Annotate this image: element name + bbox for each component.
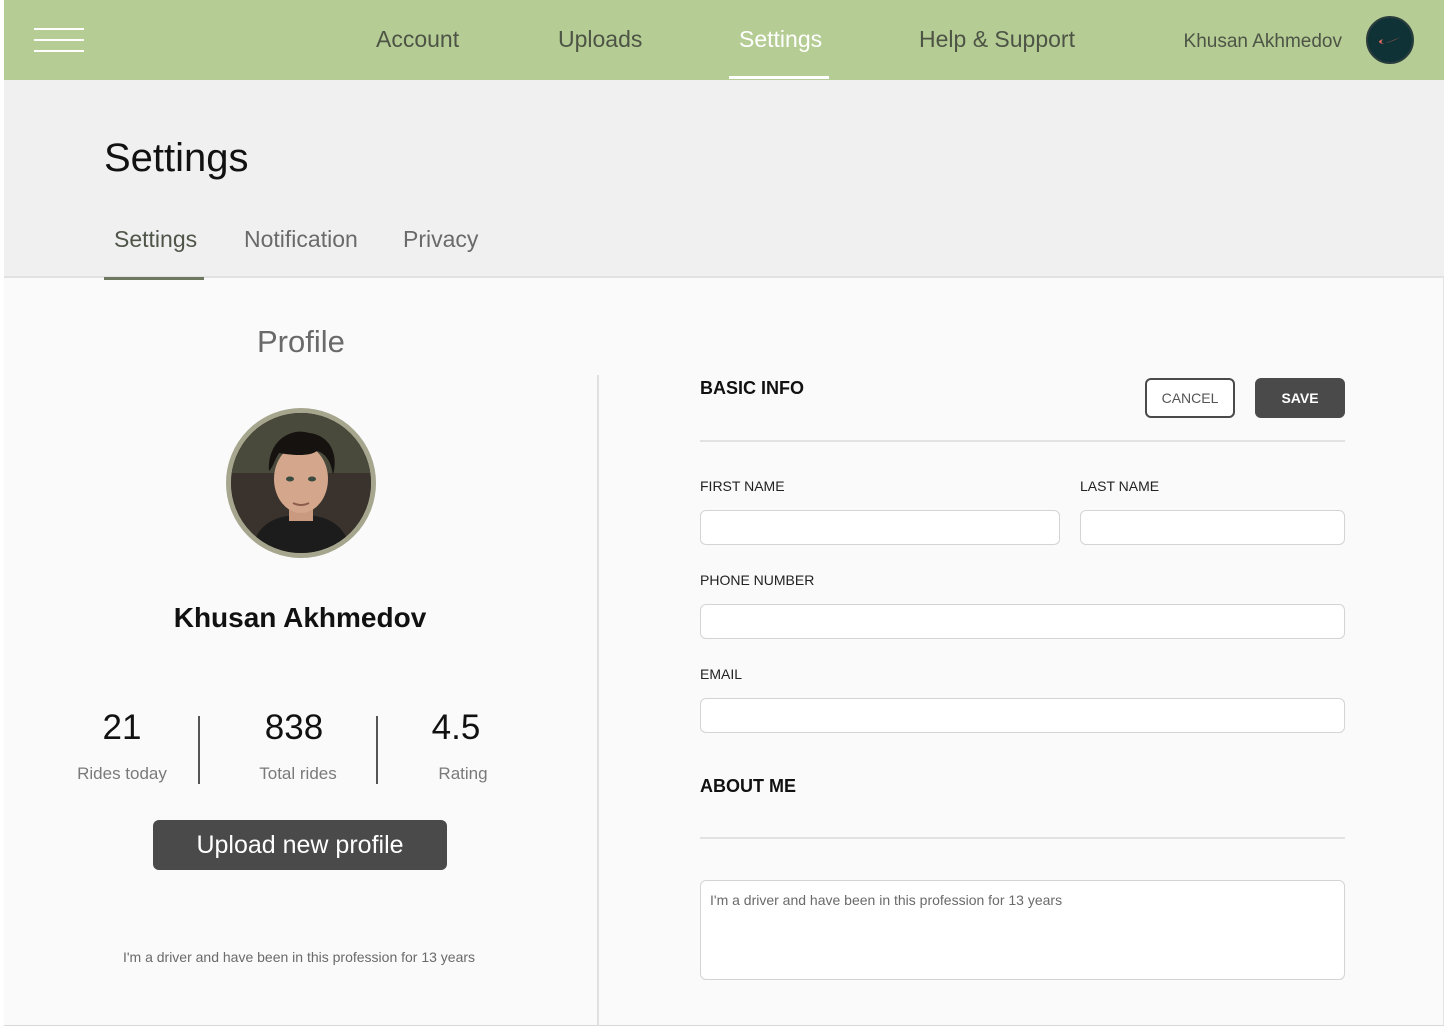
stat-rating-label: Rating — [438, 764, 488, 783]
top-nav-bar: Account Uploads Settings Help & Support … — [4, 0, 1444, 80]
hamburger-menu-icon[interactable] — [34, 28, 84, 54]
nav-account[interactable]: Account — [376, 26, 459, 53]
profile-avatar — [226, 408, 376, 558]
nav-settings[interactable]: Settings — [739, 26, 822, 53]
first-name-field[interactable] — [700, 510, 1060, 545]
stat-rating-value: 4.5 — [431, 708, 481, 747]
stat-total-rides-label: Total rides — [259, 764, 337, 783]
upload-new-profile-button[interactable]: Upload new profile — [153, 820, 447, 870]
profile-photo-icon — [231, 413, 371, 553]
stat-rides-today-label: Rides today — [77, 764, 167, 783]
last-name-label: LAST NAME — [1080, 478, 1160, 494]
last-name-field[interactable] — [1080, 510, 1345, 545]
about-me-textarea[interactable] — [700, 880, 1345, 980]
stat-total-rides-value: 838 — [264, 708, 324, 747]
about-me-title: ABOUT ME — [700, 776, 796, 796]
tab-active-indicator — [104, 277, 204, 280]
profile-bio: I'm a driver and have been in this profe… — [122, 949, 476, 965]
stat-rides-today-value: 21 — [102, 708, 142, 747]
email-label: EMAIL — [700, 666, 743, 682]
basic-info-divider — [700, 440, 1345, 442]
phone-number-label: PHONE NUMBER — [700, 572, 815, 588]
app-window: Account Uploads Settings Help & Support … — [4, 0, 1444, 1026]
stat-divider — [198, 716, 200, 784]
profile-heading: Profile — [257, 324, 345, 359]
save-button[interactable]: SAVE — [1255, 378, 1345, 418]
header-user-name[interactable]: Khusan Akhmedov — [1184, 31, 1342, 53]
settings-header: Settings Settings Notification Privacy — [4, 80, 1444, 280]
page-title: Settings — [104, 136, 249, 180]
about-me-divider — [700, 837, 1345, 839]
basic-info-title: BASIC INFO — [700, 378, 805, 398]
tab-notification[interactable]: Notification — [244, 226, 358, 253]
tab-privacy[interactable]: Privacy — [403, 226, 478, 253]
tab-settings[interactable]: Settings — [114, 226, 197, 253]
stat-divider — [376, 716, 378, 784]
nav-uploads[interactable]: Uploads — [558, 26, 642, 53]
cancel-button[interactable]: CANCEL — [1145, 378, 1235, 418]
phone-number-field[interactable] — [700, 604, 1345, 639]
nav-help-support[interactable]: Help & Support — [919, 26, 1075, 53]
first-name-label: FIRST NAME — [700, 478, 785, 494]
nav-active-indicator — [729, 76, 829, 79]
column-divider — [597, 375, 599, 1026]
profile-name: Khusan Akhmedov — [173, 602, 427, 633]
swoosh-logo-icon — [1378, 37, 1401, 44]
user-avatar-button[interactable] — [1366, 16, 1414, 64]
email-field[interactable] — [700, 698, 1345, 733]
